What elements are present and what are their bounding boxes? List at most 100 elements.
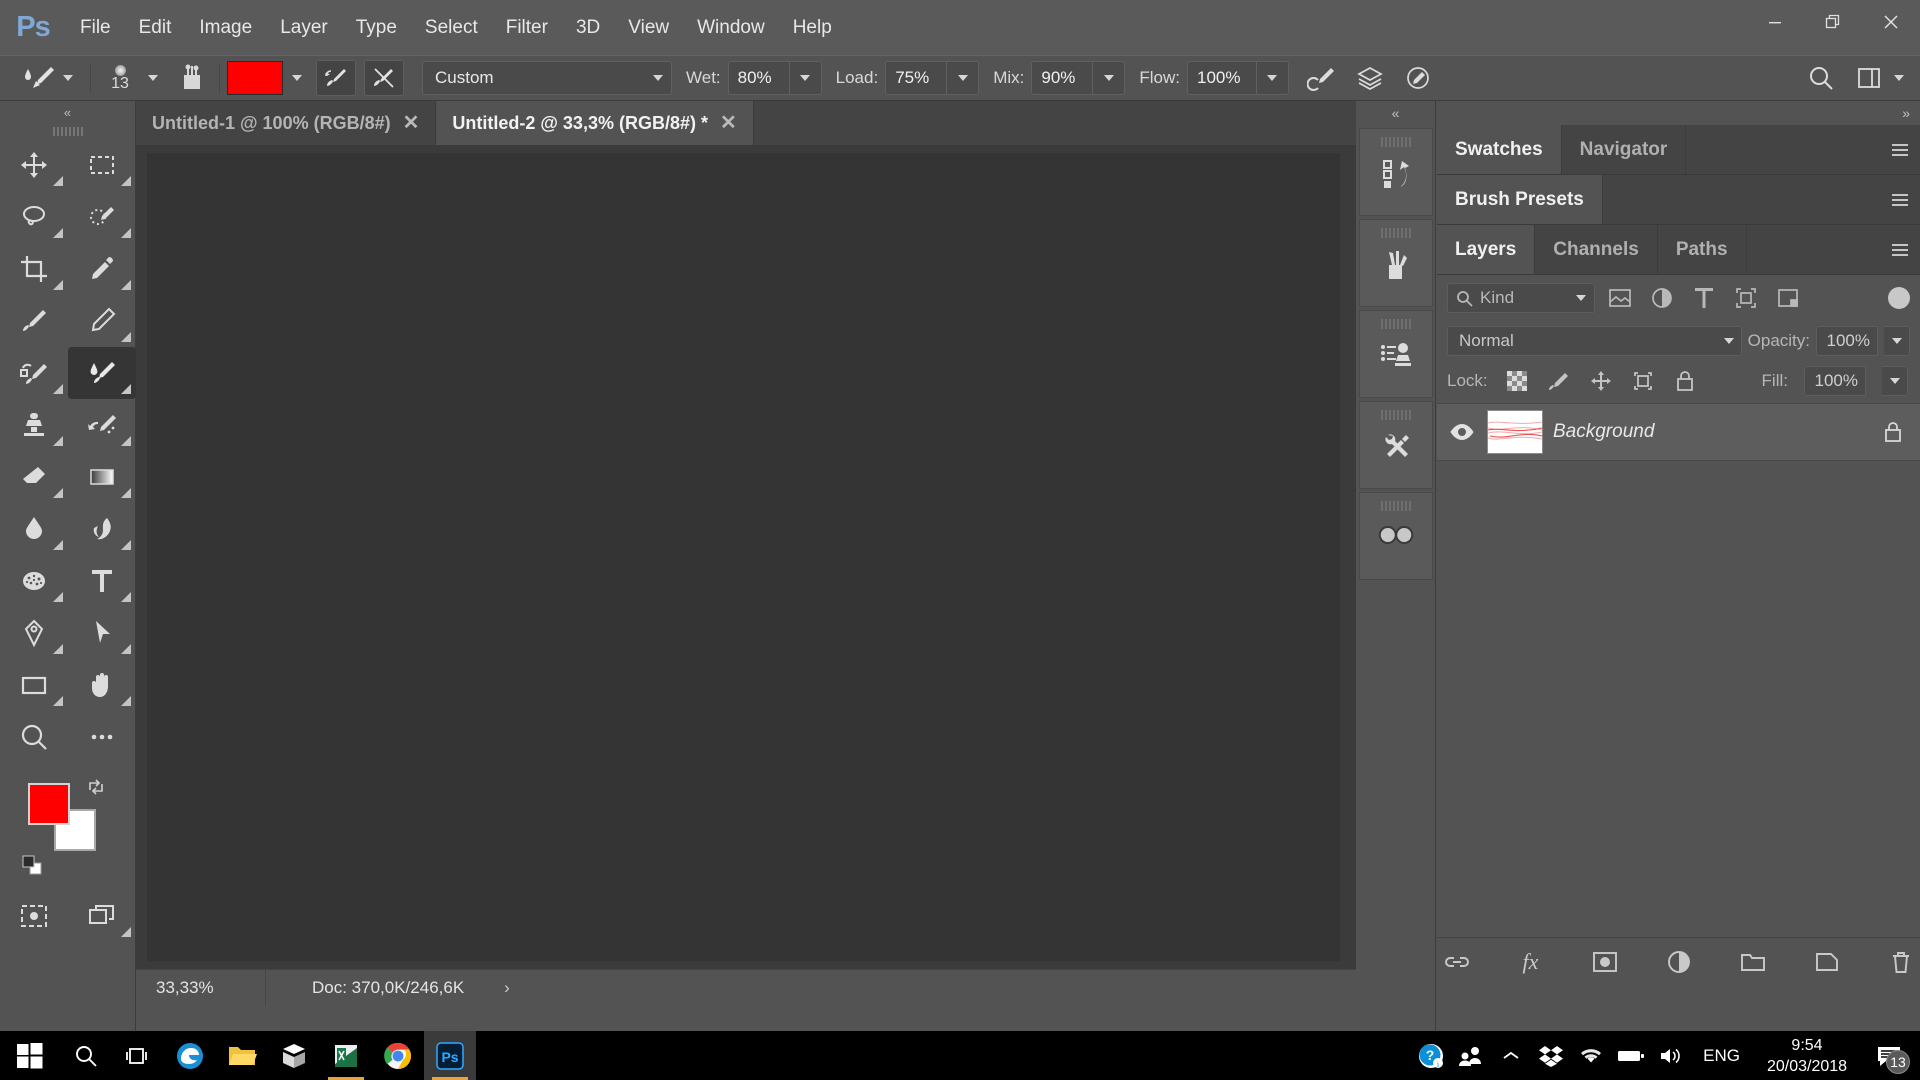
- brush-size-picker[interactable]: 13: [98, 65, 142, 92]
- taskbar-store[interactable]: [268, 1031, 320, 1080]
- blur-tool[interactable]: [0, 503, 68, 555]
- close-button[interactable]: [1862, 0, 1920, 44]
- menu-help[interactable]: Help: [779, 0, 846, 55]
- mixer-brush-tool[interactable]: [68, 347, 136, 399]
- current-brush-load-color[interactable]: [227, 61, 283, 95]
- menu-view[interactable]: View: [614, 0, 683, 55]
- rectangle-tool[interactable]: [0, 659, 68, 711]
- panel-menu-icon[interactable]: [1892, 143, 1908, 156]
- taskbar-edge[interactable]: [164, 1031, 216, 1080]
- airbrush-button[interactable]: [1301, 59, 1343, 97]
- load-brush-button[interactable]: [316, 60, 356, 96]
- new-adjustment-layer-button[interactable]: [1664, 947, 1694, 977]
- load-input[interactable]: 75%: [885, 61, 948, 95]
- delete-layer-button[interactable]: [1886, 947, 1916, 977]
- dock-collapse-button[interactable]: «: [1356, 101, 1435, 125]
- gradient-tool[interactable]: [68, 451, 136, 503]
- layer-filter-enable-toggle[interactable]: [1888, 287, 1910, 309]
- quick-mask-button[interactable]: [0, 890, 68, 942]
- filter-adjustment-icon[interactable]: [1645, 283, 1679, 313]
- lasso-tool[interactable]: [0, 191, 68, 243]
- tablet-pressure-button[interactable]: [1397, 59, 1439, 97]
- taskbar-excel[interactable]: [320, 1031, 372, 1080]
- load-dropdown[interactable]: [947, 61, 980, 95]
- sample-all-layers-button[interactable]: [1349, 59, 1391, 97]
- language-indicator[interactable]: ENG: [1691, 1046, 1752, 1066]
- show-hidden-icons-button[interactable]: [1491, 1031, 1531, 1080]
- opacity-input[interactable]: 100%: [1816, 326, 1878, 356]
- fill-dropdown[interactable]: [1882, 366, 1908, 396]
- tool-preset-picker[interactable]: [0, 63, 83, 93]
- layer-filter-kind-select[interactable]: Kind: [1447, 283, 1595, 313]
- layer-visibility-toggle[interactable]: [1447, 423, 1477, 441]
- help-question-button[interactable]: ? i: [1411, 1031, 1451, 1080]
- tab-paths[interactable]: Paths: [1657, 225, 1747, 274]
- clone-stamp-tool[interactable]: [0, 399, 68, 451]
- menu-layer[interactable]: Layer: [266, 0, 342, 55]
- pen-tool[interactable]: [0, 607, 68, 659]
- lock-all-icon[interactable]: [1672, 368, 1698, 394]
- eyedropper-tool[interactable]: [68, 243, 136, 295]
- history-brush-tool[interactable]: [0, 347, 68, 399]
- taskbar-file-explorer[interactable]: [216, 1031, 268, 1080]
- toolbar-collapse-button[interactable]: «: [0, 101, 135, 123]
- eraser-tool[interactable]: [0, 451, 68, 503]
- menu-type[interactable]: Type: [342, 0, 411, 55]
- tab-navigator[interactable]: Navigator: [1561, 125, 1687, 174]
- filter-smart-object-icon[interactable]: [1771, 283, 1805, 313]
- start-button[interactable]: [0, 1031, 60, 1080]
- flow-input[interactable]: 100%: [1186, 61, 1257, 95]
- tab-channels[interactable]: Channels: [1535, 225, 1658, 274]
- brush-presets-panel-button[interactable]: [1359, 219, 1433, 307]
- filter-type-icon[interactable]: [1687, 283, 1721, 313]
- brush-size-caret[interactable]: [148, 75, 158, 81]
- restore-button[interactable]: [1804, 0, 1862, 44]
- pencil-tool[interactable]: [68, 295, 136, 347]
- clone-source-panel-button[interactable]: [1359, 310, 1433, 398]
- layer-name[interactable]: Background: [1553, 421, 1870, 443]
- taskbar-search-button[interactable]: [60, 1031, 112, 1080]
- action-center-button[interactable]: 13: [1862, 1031, 1916, 1080]
- document-tab-untitled-1[interactable]: Untitled-1 @ 100% (RGB/8#) ✕: [136, 101, 437, 145]
- mix-input[interactable]: 90%: [1031, 61, 1094, 95]
- lock-position-icon[interactable]: [1588, 368, 1614, 394]
- crop-tool[interactable]: [0, 243, 68, 295]
- brush-combination-select[interactable]: Custom: [422, 61, 672, 95]
- default-colors-icon[interactable]: [22, 855, 42, 880]
- filter-shape-icon[interactable]: [1729, 283, 1763, 313]
- people-button[interactable]: [1451, 1031, 1491, 1080]
- quick-selection-tool[interactable]: [68, 191, 136, 243]
- healing-brush-tool[interactable]: [0, 295, 68, 347]
- wifi-button[interactable]: [1571, 1031, 1611, 1080]
- menu-select[interactable]: Select: [411, 0, 492, 55]
- zoom-tool[interactable]: [0, 711, 68, 763]
- document-tab-untitled-2[interactable]: Untitled-2 @ 33,3% (RGB/8#) * ✕: [436, 101, 754, 145]
- menu-image[interactable]: Image: [185, 0, 266, 55]
- menu-window[interactable]: Window: [683, 0, 779, 55]
- foreground-color-swatch[interactable]: [28, 783, 70, 825]
- swap-colors-icon[interactable]: [86, 777, 106, 801]
- screen-mode-button[interactable]: [68, 890, 136, 942]
- status-expand-button[interactable]: ›: [464, 978, 510, 998]
- taskbar-chrome[interactable]: [372, 1031, 424, 1080]
- hand-tool[interactable]: [68, 659, 136, 711]
- search-button[interactable]: [1800, 59, 1842, 97]
- workspace-caret[interactable]: [1894, 75, 1904, 81]
- canvas-document[interactable]: [147, 153, 1340, 961]
- dodge-tool[interactable]: [68, 503, 136, 555]
- panel-menu-icon[interactable]: [1892, 243, 1908, 256]
- path-selection-tool[interactable]: [68, 607, 136, 659]
- new-group-button[interactable]: [1738, 947, 1768, 977]
- minimize-button[interactable]: [1746, 0, 1804, 44]
- layer-row-background[interactable]: Background: [1437, 403, 1920, 461]
- tab-layers[interactable]: Layers: [1437, 225, 1536, 274]
- sponge-tool[interactable]: [0, 555, 68, 607]
- art-history-brush-tool[interactable]: [68, 399, 136, 451]
- menu-file[interactable]: File: [66, 0, 125, 55]
- dropbox-tray-button[interactable]: [1531, 1031, 1571, 1080]
- workspace-switcher[interactable]: [1848, 59, 1890, 97]
- wet-dropdown[interactable]: [789, 61, 822, 95]
- menu-3d[interactable]: 3D: [562, 0, 614, 55]
- battery-button[interactable]: [1611, 1031, 1651, 1080]
- filter-pixel-icon[interactable]: [1603, 283, 1637, 313]
